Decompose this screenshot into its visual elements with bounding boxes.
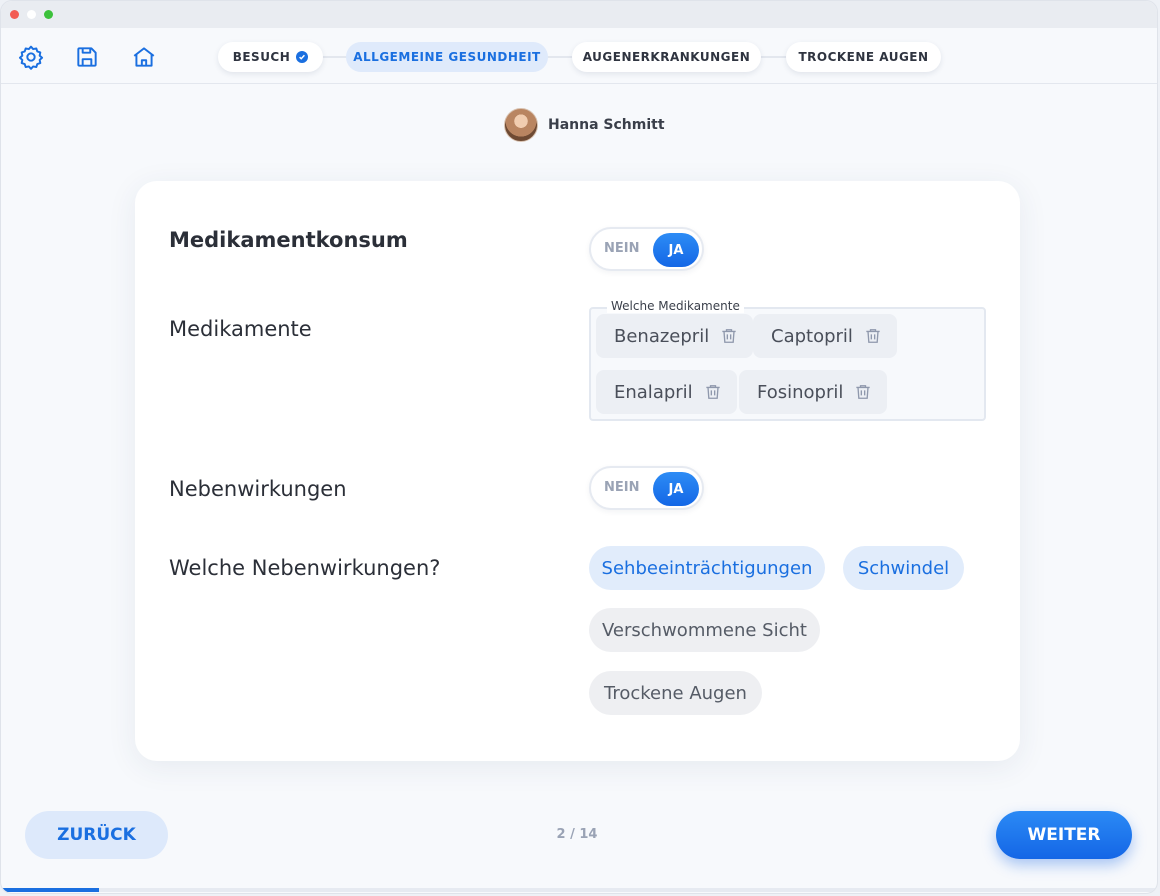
check-icon: [296, 51, 309, 63]
home-icon[interactable]: [130, 43, 158, 71]
medication-name: Benazepril: [614, 325, 710, 347]
step-label: BESUCH: [232, 50, 291, 64]
step-allgemeine-gesundheit[interactable]: ALLGEMEINE GESUNDHEIT: [346, 42, 548, 72]
patient-header: Hanna Schmitt: [504, 108, 665, 142]
maximize-dot[interactable]: [44, 10, 53, 19]
next-button[interactable]: WEITER: [996, 811, 1132, 859]
medikamente-field[interactable]: Welche Medikamente Benazepril Captopril …: [589, 299, 986, 421]
medication-chip: Enalapril: [596, 370, 737, 414]
trash-icon[interactable]: [863, 326, 883, 346]
save-icon[interactable]: [73, 43, 101, 71]
medication-name: Enalapril: [614, 381, 693, 403]
close-dot[interactable]: [10, 10, 19, 19]
medikamente-label: Medikamente: [169, 317, 312, 341]
trash-icon[interactable]: [703, 382, 723, 402]
step-trockene-augen[interactable]: TROCKENE AUGEN: [786, 42, 941, 72]
patient-name: Hanna Schmitt: [548, 117, 665, 133]
progress-fill: [1, 888, 100, 892]
welche-nebenwirkungen-label: Welche Nebenwirkungen?: [169, 556, 441, 580]
toggle-ja[interactable]: JA: [653, 472, 699, 506]
trash-icon[interactable]: [853, 382, 873, 402]
page-indicator: 2 / 14: [556, 827, 598, 842]
toggle-ja[interactable]: JA: [653, 233, 699, 267]
step-augenerkrankungen[interactable]: AUGENERKRANKUNGEN: [572, 42, 761, 72]
app-window: BESUCH ALLGEMEINE GESUNDHEIT AUGENERKRAN…: [0, 0, 1158, 894]
option-trockene-augen[interactable]: Trockene Augen: [589, 671, 762, 715]
avatar: [504, 108, 538, 142]
option-sehbeeintraechtigungen[interactable]: Sehbeeinträchtigungen: [589, 546, 825, 590]
medication-name: Captopril: [771, 325, 853, 347]
back-button[interactable]: ZURÜCK: [25, 811, 168, 859]
nebenwirkungen-toggle[interactable]: NEIN JA: [589, 466, 704, 510]
step-besuch[interactable]: BESUCH: [218, 42, 323, 72]
minimize-dot[interactable]: [27, 10, 36, 19]
trash-icon[interactable]: [719, 326, 739, 346]
progress-bar: [1, 888, 1157, 892]
form-card: Medikamentkonsum NEIN JA Medikamente Wel…: [135, 181, 1020, 761]
gear-icon[interactable]: [17, 43, 45, 71]
medication-name: Fosinopril: [757, 381, 844, 403]
medication-chip: Benazepril: [596, 314, 754, 358]
option-schwindel[interactable]: Schwindel: [843, 546, 964, 590]
toggle-nein[interactable]: NEIN: [604, 241, 639, 256]
medikamentkonsum-toggle[interactable]: NEIN JA: [589, 227, 704, 271]
step-label: TROCKENE AUGEN: [798, 50, 929, 64]
medikamente-legend: Welche Medikamente: [607, 299, 744, 313]
step-label: AUGENERKRANKUNGEN: [582, 50, 751, 64]
title-bar: [1, 1, 1157, 28]
option-verschwommene-sicht[interactable]: Verschwommene Sicht: [589, 608, 820, 652]
medication-chip: Fosinopril: [739, 370, 888, 414]
medikamentkonsum-label: Medikamentkonsum: [169, 228, 408, 252]
toggle-nein[interactable]: NEIN: [604, 480, 639, 495]
medication-chip: Captopril: [753, 314, 897, 358]
nebenwirkungen-label: Nebenwirkungen: [169, 477, 347, 501]
step-label: ALLGEMEINE GESUNDHEIT: [353, 50, 541, 64]
